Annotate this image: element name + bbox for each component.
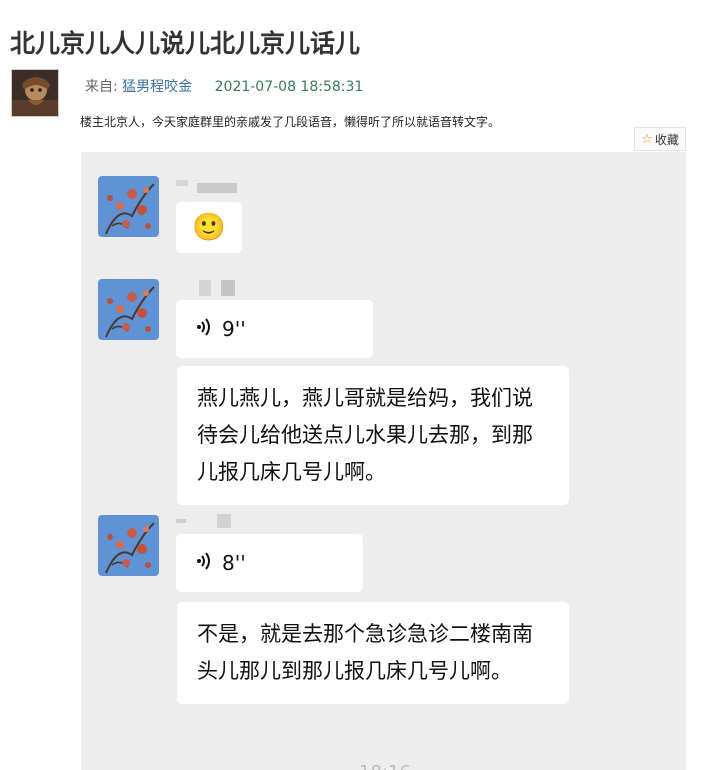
sender-name-blur — [221, 280, 235, 296]
voice-wave-icon — [196, 551, 212, 575]
smile-emoji: 🙂 — [192, 212, 226, 243]
sender-name-blur — [217, 514, 231, 528]
chat-footer-time: 18:16 — [359, 762, 411, 770]
post-timestamp: 2021-07-08 18:58:31 — [214, 79, 364, 95]
chat-screenshot: 🙂 9'' 燕儿燕儿，燕儿哥就是给妈，我们说待会儿给他送点儿水果儿去那，到那儿报… — [81, 152, 686, 770]
sender-name-blur — [199, 280, 211, 296]
author-avatar[interactable] — [11, 69, 59, 117]
post-intro: 楼主北京人，今天家庭群里的亲戚发了几段语音，懒得听了所以就语音转文字。 — [80, 115, 501, 129]
sender-avatar — [98, 515, 159, 576]
favorite-label: 收藏 — [654, 132, 679, 147]
sender-avatar — [98, 279, 159, 340]
star-outline-icon: ☆ — [641, 131, 653, 147]
voice-wave-icon — [196, 317, 212, 341]
transcript-text: 不是，就是去那个急诊急诊二楼南南头儿那儿到那儿报几床几号儿啊。 — [197, 622, 533, 683]
author-link[interactable]: 猛男程咬金 — [122, 79, 192, 95]
sender-name-blur — [197, 183, 237, 193]
sender-name-blur — [176, 180, 188, 186]
transcript-text: 燕儿燕儿，燕儿哥就是给妈，我们说待会儿给他送点儿水果儿去那，到那儿报几床几号儿啊… — [197, 386, 533, 484]
from-label: 来自: — [85, 79, 118, 95]
post-meta: 来自: 猛男程咬金 2021-07-08 18:58:31 — [85, 76, 363, 96]
sender-name-blur — [176, 519, 186, 523]
post-title: 北儿京儿人儿说儿北儿京儿话儿 — [10, 29, 361, 58]
voice-message-bubble[interactable]: 8'' — [176, 534, 363, 592]
voice-duration: 9'' — [222, 317, 246, 341]
transcript-bubble: 不是，就是去那个急诊急诊二楼南南头儿那儿到那儿报几床几号儿啊。 — [177, 602, 569, 704]
voice-message-bubble[interactable]: 9'' — [176, 300, 373, 358]
sender-avatar — [98, 176, 159, 237]
emoji-bubble: 🙂 — [176, 202, 242, 253]
voice-duration: 8'' — [222, 551, 246, 575]
favorite-button[interactable]: ☆ 收藏 — [634, 127, 686, 151]
transcript-bubble: 燕儿燕儿，燕儿哥就是给妈，我们说待会儿给他送点儿水果儿去那，到那儿报几床几号儿啊… — [177, 366, 569, 505]
